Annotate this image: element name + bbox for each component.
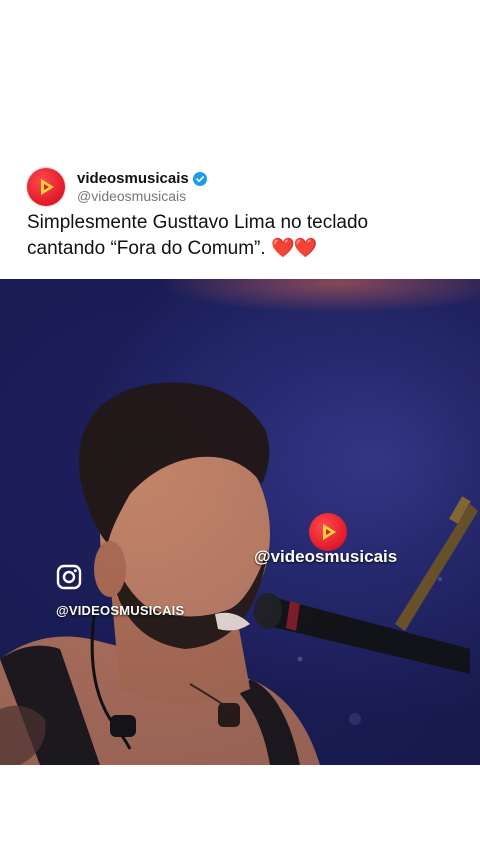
avatar[interactable] — [27, 168, 65, 206]
stage-glow — [0, 279, 480, 765]
play-logo-icon — [323, 524, 336, 540]
post-text: Simplesmente Gusttavo Lima no teclado ca… — [27, 210, 447, 262]
instagram-icon — [56, 564, 82, 590]
post-header: videosmusicais @videosmusicais — [27, 168, 207, 206]
play-logo-icon — [41, 179, 54, 195]
account-names: videosmusicais @videosmusicais — [77, 170, 207, 204]
verified-badge-icon — [192, 171, 207, 186]
account-handle[interactable]: @videosmusicais — [77, 188, 207, 204]
video-frame[interactable]: @videosmusicais @VIDEOSMUSICAIS — [0, 279, 480, 765]
overlay-handle: @videosmusicais — [254, 547, 398, 566]
instagram-handle: @VIDEOSMUSICAIS — [56, 603, 185, 618]
display-name-row: videosmusicais — [77, 170, 207, 187]
post-text-body: Simplesmente Gusttavo Lima no teclado ca… — [27, 212, 369, 259]
display-name[interactable]: videosmusicais — [77, 170, 189, 187]
hearts-emoji: ❤️❤️ — [270, 238, 317, 259]
overlay-logo — [309, 513, 347, 551]
